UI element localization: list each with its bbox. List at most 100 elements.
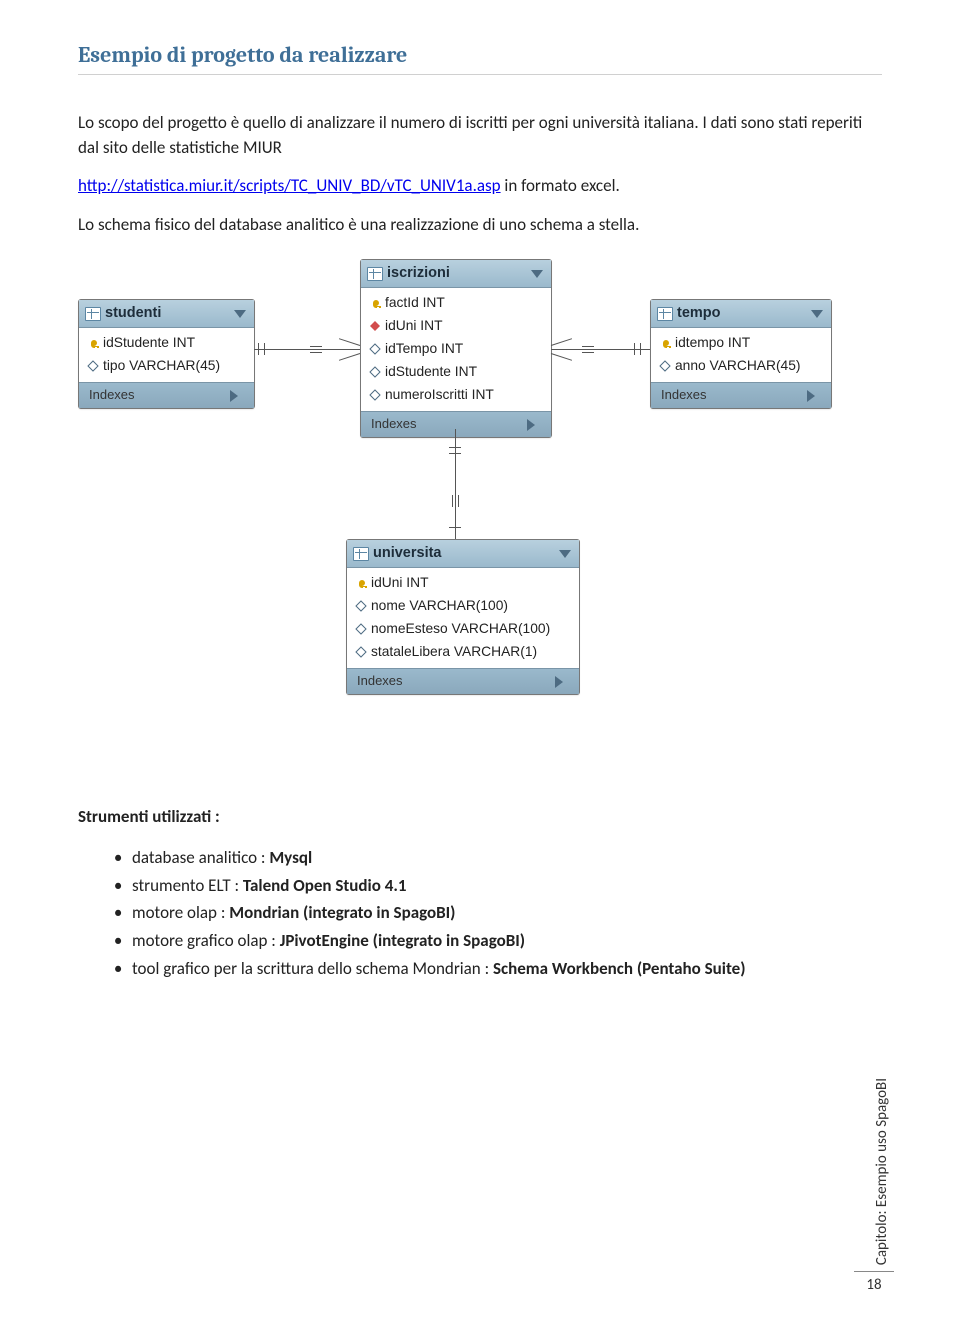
page-number: 18: [854, 1271, 894, 1297]
section-heading: Esempio di progetto da realizzare: [78, 40, 882, 75]
table-header: studenti: [79, 300, 254, 328]
table-title: tempo: [677, 303, 721, 324]
table-footer: Indexes: [651, 382, 831, 408]
list-item: database analitico : Mysql: [130, 846, 882, 871]
chevron-right-icon: [527, 419, 541, 431]
list-item: motore grafico olap : JPivotEngine (inte…: [130, 929, 882, 954]
table-rows: idUni INT nome VARCHAR(100) nomeEsteso V…: [347, 568, 579, 668]
intro-text: Lo scopo del progetto è quello di analiz…: [78, 112, 862, 158]
table-icon: [367, 267, 383, 281]
col: tipo VARCHAR(45): [103, 356, 220, 376]
li-bold: Mysql: [269, 847, 312, 868]
chevron-down-icon: [234, 310, 246, 318]
indexes-label: Indexes: [357, 672, 403, 691]
chevron-right-icon: [555, 676, 569, 688]
intro-paragraph-2: Lo schema fisico del database analitico …: [78, 213, 882, 238]
table-rows: idtempo INT anno VARCHAR(45): [651, 328, 831, 382]
chevron-down-icon: [531, 270, 543, 278]
connector-tick: [634, 343, 635, 355]
connector-crow: [551, 353, 572, 361]
connector-line: [551, 349, 650, 350]
key-icon: [369, 297, 381, 309]
chevron-right-icon: [807, 390, 821, 402]
connector-dash: [310, 346, 322, 347]
connector-tick: [264, 343, 265, 355]
connector-tick: [449, 453, 461, 454]
col: stataleLibera VARCHAR(1): [371, 642, 537, 662]
connector-dash: [452, 495, 453, 507]
col: idTempo INT: [385, 339, 463, 359]
diamond-icon: [355, 600, 367, 612]
col: idStudente INT: [385, 362, 477, 382]
table-universita: universita idUni INT nome VARCHAR(100) n…: [346, 539, 580, 695]
col: nome VARCHAR(100): [371, 596, 508, 616]
list-item: tool grafico per la scrittura dello sche…: [130, 957, 882, 982]
table-iscrizioni: iscrizioni factId INT idUni INT idTempo …: [360, 259, 552, 438]
li-bold: Talend Open Studio 4.1: [243, 875, 407, 896]
chevron-down-icon: [811, 310, 823, 318]
table-title: universita: [373, 543, 442, 564]
table-footer: Indexes: [79, 382, 254, 408]
li-lead: motore olap :: [132, 902, 229, 923]
col: factId INT: [385, 293, 445, 313]
key-icon: [355, 577, 367, 589]
miur-link[interactable]: http://statistica.miur.it/scripts/TC_UNI…: [78, 175, 501, 196]
li-bold: Mondrian (integrato in SpagoBI): [229, 902, 455, 923]
connector-dash: [582, 346, 594, 347]
diamond-icon: [369, 389, 381, 401]
li-bold: Schema Workbench (Pentaho Suite): [493, 958, 746, 979]
li-lead: motore grafico olap :: [132, 930, 280, 951]
connector-line: [254, 349, 360, 350]
table-header: universita: [347, 540, 579, 568]
table-header: iscrizioni: [361, 260, 551, 288]
col: anno VARCHAR(45): [675, 356, 801, 376]
connector-dash: [582, 352, 594, 353]
connector-tick: [640, 343, 641, 355]
diamond-icon: [369, 366, 381, 378]
table-icon: [657, 307, 673, 321]
li-bold: JPivotEngine (integrato in SpagoBI): [280, 930, 525, 951]
table-rows: idStudente INT tipo VARCHAR(45): [79, 328, 254, 382]
page-footer: Capitolo: Esempio uso SpagoBI 18: [854, 1078, 894, 1297]
table-title: iscrizioni: [387, 263, 450, 284]
tools-heading: Strumenti utilizzati :: [78, 805, 882, 830]
connector-dash: [310, 352, 322, 353]
footer-caption: Capitolo: Esempio uso SpagoBI: [872, 1078, 894, 1265]
key-icon: [87, 337, 99, 349]
table-icon: [353, 547, 369, 561]
table-tempo: tempo idtempo INT anno VARCHAR(45) Index…: [650, 299, 832, 409]
intro-paragraph-link: http://statistica.miur.it/scripts/TC_UNI…: [78, 174, 882, 199]
diamond-icon: [355, 646, 367, 658]
diamond-icon: [659, 360, 671, 372]
col: idtempo INT: [675, 333, 750, 353]
table-title: studenti: [105, 303, 161, 324]
col: idStudente INT: [103, 333, 195, 353]
li-lead: strumento ELT :: [132, 875, 243, 896]
diamond-icon: [87, 360, 99, 372]
diamond-icon: [355, 623, 367, 635]
list-item: strumento ELT : Talend Open Studio 4.1: [130, 874, 882, 899]
er-diagram: iscrizioni factId INT idUni INT idTempo …: [78, 259, 882, 779]
connector-tick: [258, 343, 259, 355]
connector-tick: [449, 447, 461, 448]
li-lead: tool grafico per la scrittura dello sche…: [132, 958, 493, 979]
indexes-label: Indexes: [89, 386, 135, 405]
intro-paragraph-1: Lo scopo del progetto è quello di analiz…: [78, 111, 882, 160]
connector-crow: [339, 339, 360, 347]
key-icon: [659, 337, 671, 349]
indexes-label: Indexes: [661, 386, 707, 405]
tools-list: database analitico : Mysql strumento ELT…: [130, 846, 882, 981]
connector-line: [455, 429, 456, 539]
col: numeroIscritti INT: [385, 385, 494, 405]
diamond-icon: [369, 320, 381, 332]
chevron-down-icon: [559, 550, 571, 558]
table-footer: Indexes: [361, 411, 551, 437]
table-rows: factId INT idUni INT idTempo INT idStude…: [361, 288, 551, 411]
col: idUni INT: [371, 573, 429, 593]
li-lead: database analitico :: [132, 847, 269, 868]
list-item: motore olap : Mondrian (integrato in Spa…: [130, 901, 882, 926]
table-footer: Indexes: [347, 668, 579, 694]
col: nomeEsteso VARCHAR(100): [371, 619, 550, 639]
table-studenti: studenti idStudente INT tipo VARCHAR(45)…: [78, 299, 255, 409]
connector-crow: [339, 353, 360, 361]
